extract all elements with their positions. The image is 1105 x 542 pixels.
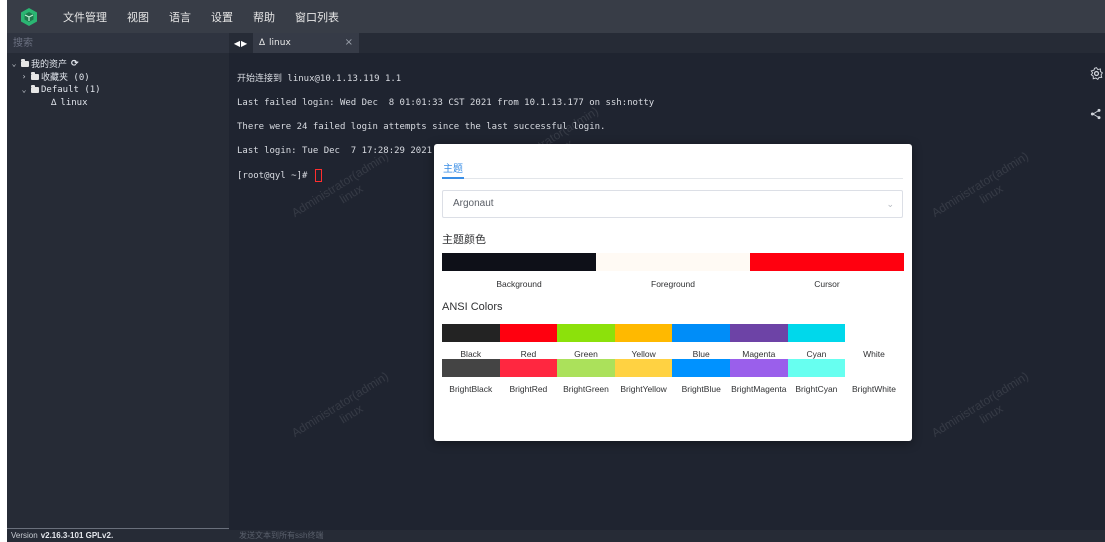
ansi-bright-swatch-label: BrightBlack <box>449 384 493 394</box>
ansi-bright-swatch-label: BrightYellow <box>620 384 667 394</box>
ansi-bright-swatch-brightwhite[interactable] <box>845 359 903 377</box>
menu-file-manager[interactable]: 文件管理 <box>63 9 107 25</box>
ansi-swatch-label: Green <box>574 349 598 359</box>
ansi-bright-swatch-label: BrightBlue <box>681 384 721 394</box>
menubar: 文件管理 视图 语言 设置 帮助 窗口列表 <box>7 0 1105 33</box>
folder-open-icon <box>31 84 39 93</box>
menu-settings[interactable]: 设置 <box>211 9 233 25</box>
ansi-bright-swatch-brightcyan[interactable] <box>787 359 846 377</box>
ansi-swatch-white[interactable] <box>845 324 903 342</box>
theme-swatch-cursor[interactable] <box>750 253 904 271</box>
ansi-swatch-label: Black <box>460 349 482 359</box>
ansi-bright-swatch-brightmagenta[interactable] <box>730 359 788 377</box>
tab-divider <box>442 178 903 179</box>
watermark: Administrator(admin)linux <box>929 148 1031 220</box>
tree-favorites-label: 收藏夹 (0) <box>41 73 90 83</box>
ansi-swatch-label: Magenta <box>742 349 776 359</box>
menu-window-list[interactable]: 窗口列表 <box>295 9 339 25</box>
ansi-bright-swatch-brightblack[interactable] <box>442 359 500 377</box>
ansi-swatch-label: Cyan <box>806 349 827 359</box>
chevron-down-icon[interactable]: ⌄ <box>19 85 29 94</box>
ansi-swatch-blue[interactable] <box>672 324 730 342</box>
menu-help[interactable]: 帮助 <box>253 9 275 25</box>
ansi-swatch-label: Red <box>520 349 537 359</box>
tree-root-label: 我的资产 <box>31 60 68 70</box>
ansi-bright-swatch-brightred[interactable] <box>499 359 558 377</box>
ansi-bright-swatch-label: BrightRed <box>509 384 548 394</box>
tab-label: linux <box>269 38 291 48</box>
tree-default[interactable]: ⌄ Default (1) <box>7 83 229 96</box>
theme-swatch-label: Foreground <box>651 279 695 289</box>
version-prefix: Version <box>11 531 38 540</box>
linux-icon: ∆ <box>259 38 266 48</box>
app-logo-icon <box>17 5 41 29</box>
theme-dialog: 主题 Argonaut ⌄ 主题颜色 ANSI Colors Backgroun… <box>434 144 912 441</box>
folder-icon <box>31 71 39 80</box>
refresh-icon[interactable]: ⟳ <box>71 59 79 69</box>
ansi-swatch-red[interactable] <box>499 324 558 342</box>
theme-swatch-label: Cursor <box>814 279 840 289</box>
theme-swatch-background[interactable] <box>442 253 596 271</box>
close-icon[interactable]: × <box>345 37 353 48</box>
share-icon[interactable] <box>1090 108 1102 124</box>
chevron-down-icon: ⌄ <box>886 199 894 209</box>
watermark: Administrator(admin)linux <box>929 368 1031 440</box>
gear-icon[interactable] <box>1090 67 1104 84</box>
ansi-swatch-label: White <box>863 349 885 359</box>
terminal-line: Last failed login: Wed Dec 8 01:01:33 CS… <box>237 98 655 108</box>
tab-scroll-icon[interactable]: ◀▶ <box>229 39 253 48</box>
ansi-bright-swatch-brightyellow[interactable] <box>614 359 673 377</box>
ansi-swatch-green[interactable] <box>557 324 615 342</box>
tree-favorites[interactable]: › 收藏夹 (0) <box>7 70 229 83</box>
version-number: v2.16.3-101 GPLv2. <box>40 531 114 540</box>
ansi-swatch-magenta[interactable] <box>730 324 788 342</box>
tree-host-linux[interactable]: ∆ linux <box>7 96 229 109</box>
menu-view[interactable]: 视图 <box>127 9 149 25</box>
send-to-all-input[interactable]: 发送文本到所有ssh终端 <box>229 530 1105 542</box>
theme-colors-title: 主题颜色 <box>442 234 486 246</box>
theme-select-value: Argonaut <box>453 198 494 209</box>
sidebar: ⌄ 我的资产 ⟳ › 收藏夹 (0) ⌄ Default (1) ∆ linux… <box>7 33 229 542</box>
tab-active-indicator <box>442 177 464 179</box>
terminal-prompt: [root@qyl ~]# <box>237 171 313 181</box>
ansi-swatch-label: Yellow <box>631 349 656 359</box>
tab-linux[interactable]: ∆ linux × <box>253 33 359 53</box>
tab-bar: ◀▶ ∆ linux × <box>229 33 1105 53</box>
linux-icon: ∆ <box>51 97 57 108</box>
chevron-down-icon[interactable]: ⌄ <box>9 59 19 68</box>
ansi-colors-title: ANSI Colors <box>442 301 503 313</box>
chevron-right-icon[interactable]: › <box>19 72 29 81</box>
theme-swatch-label: Background <box>496 279 542 289</box>
terminal-line: 开始连接到 linux@10.1.13.119 1.1 <box>237 74 402 84</box>
theme-select[interactable]: Argonaut ⌄ <box>442 190 903 218</box>
ansi-bright-swatch-label: BrightWhite <box>852 384 896 394</box>
theme-swatch-foreground[interactable] <box>596 253 750 271</box>
menu-language[interactable]: 语言 <box>169 9 191 25</box>
ansi-swatch-yellow[interactable] <box>614 324 673 342</box>
ansi-swatch-cyan[interactable] <box>787 324 846 342</box>
version-label: Version v2.16.3-101 GPLv2. <box>7 528 229 542</box>
terminal-line: There were 24 failed login attempts sinc… <box>237 122 606 132</box>
ansi-bright-swatch-brightgreen[interactable] <box>557 359 615 377</box>
folder-open-icon <box>21 58 29 67</box>
search-input[interactable] <box>7 33 229 53</box>
ansi-swatch-label: Blue <box>692 349 710 359</box>
asset-tree: ⌄ 我的资产 ⟳ › 收藏夹 (0) ⌄ Default (1) ∆ linux <box>7 57 229 109</box>
tab-theme[interactable]: 主题 <box>443 160 463 175</box>
ansi-bright-swatch-label: BrightCyan <box>795 384 838 394</box>
ansi-bright-swatch-brightblue[interactable] <box>672 359 730 377</box>
terminal-cursor <box>314 169 322 182</box>
tree-host-label: linux <box>60 97 88 108</box>
tree-default-label: Default (1) <box>41 84 101 95</box>
ansi-bright-swatch-label: BrightGreen <box>563 384 609 394</box>
ansi-swatch-black[interactable] <box>442 324 500 342</box>
tree-root[interactable]: ⌄ 我的资产 ⟳ <box>7 57 229 70</box>
ansi-bright-swatch-label: BrightMagenta <box>731 384 787 394</box>
watermark: Administrator(admin)linux <box>289 368 391 440</box>
